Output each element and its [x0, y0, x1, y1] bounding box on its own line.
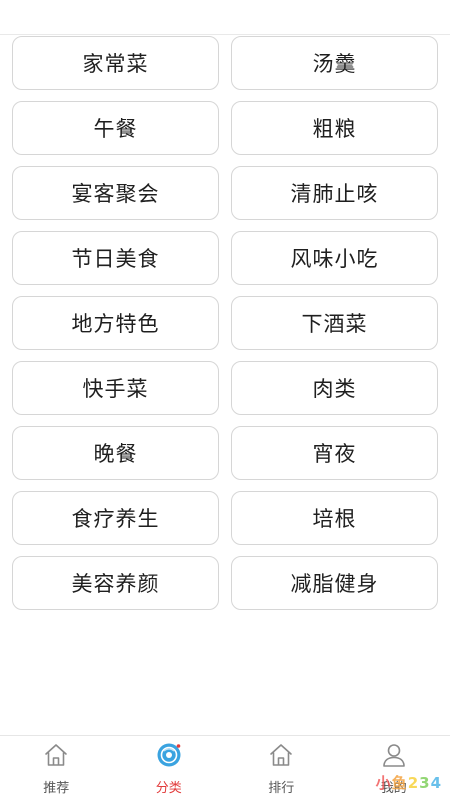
profile-icon: [382, 744, 405, 767]
top-divider: [0, 34, 450, 35]
category-item-meirongyangyan[interactable]: 美容养颜: [12, 556, 219, 610]
tab-label-recommend: 推荐: [43, 781, 70, 796]
category-item-difangtese[interactable]: 地方特色: [12, 296, 219, 350]
category-item-wancan[interactable]: 晚餐: [12, 426, 219, 480]
category-icon: [157, 743, 181, 767]
watermark-logo: 小鱼234: [375, 774, 442, 792]
tab-ranking[interactable]: 排行: [225, 736, 338, 800]
category-item-fengweixiaochi[interactable]: 风味小吃: [231, 231, 438, 285]
tab-label-category: 分类: [155, 781, 182, 796]
category-item-shiliaoyangsheng[interactable]: 食疗养生: [12, 491, 219, 545]
category-item-roulei[interactable]: 肉类: [231, 361, 438, 415]
category-item-jianzhijianshen[interactable]: 减脂健身: [231, 556, 438, 610]
category-item-jiachangcai[interactable]: 家常菜: [12, 36, 219, 90]
category-item-xiaoye[interactable]: 宵夜: [231, 426, 438, 480]
ranking-icon: [270, 744, 293, 766]
category-item-jierimeishi[interactable]: 节日美食: [12, 231, 219, 285]
category-item-culiang[interactable]: 粗粮: [231, 101, 438, 155]
category-item-kuaishoucai[interactable]: 快手菜: [12, 361, 219, 415]
home-icon: [45, 744, 68, 766]
category-grid: 家常菜 汤羹 午餐 粗粮 宴客聚会 清肺止咳 节日美食 风味小吃 地方特色 下酒…: [12, 36, 438, 610]
tab-label-ranking: 排行: [268, 781, 295, 796]
category-item-yankejuhui[interactable]: 宴客聚会: [12, 166, 219, 220]
tab-category[interactable]: 分类: [113, 736, 226, 800]
tab-recommend[interactable]: 推荐: [0, 736, 113, 800]
category-item-wucan[interactable]: 午餐: [12, 101, 219, 155]
category-item-tanggeng[interactable]: 汤羹: [231, 36, 438, 90]
category-item-peigen[interactable]: 培根: [231, 491, 438, 545]
category-screen: 家常菜 汤羹 午餐 粗粮 宴客聚会 清肺止咳 节日美食 风味小吃 地方特色 下酒…: [0, 0, 450, 800]
category-item-xiajiucai[interactable]: 下酒菜: [231, 296, 438, 350]
category-item-qingfeizhike[interactable]: 清肺止咳: [231, 166, 438, 220]
